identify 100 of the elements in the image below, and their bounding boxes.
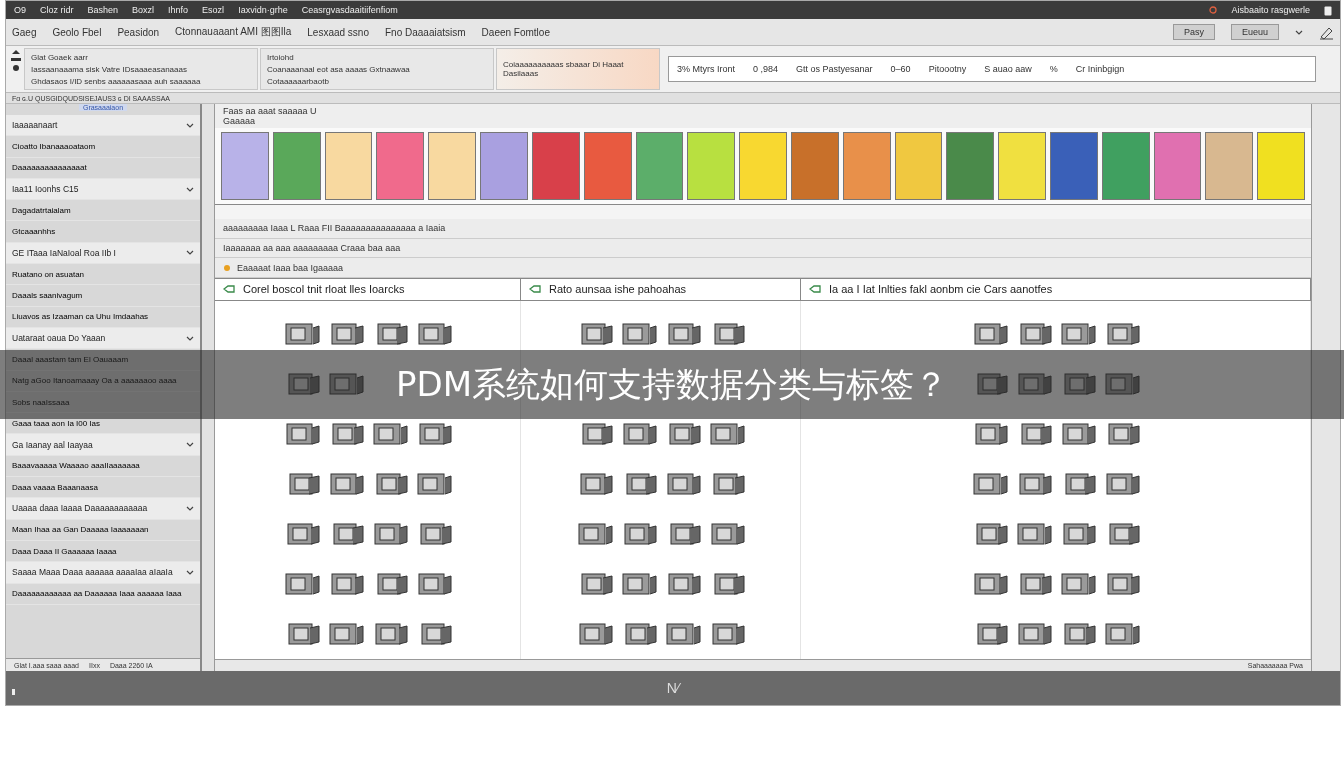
sidebar-item[interactable]: Cioatto Ibanaaaoataom: [6, 136, 200, 158]
sidebar-label: Maan Ihaa aa Gan Daaaaa Iaaaaaaan: [12, 525, 150, 535]
ribbon-group[interactable]: Glat Goaek aarr Iassaanaaama sisk Vatre IDsaaaeasanaaas Ghdasaos I/ID senbs aaaaaasaaa auh saaaaaa: [24, 48, 258, 90]
color-swatch[interactable]: [1205, 132, 1254, 200]
search-text: Pitoootny: [928, 64, 967, 74]
sidebar-label: Iaaaaanaart: [12, 120, 59, 131]
sidebar-header[interactable]: GE ITaaa IaNaIoal Roa IIb I: [6, 242, 200, 265]
toolbar-item[interactable]: Ctonnauaaant AMI 图图Ila: [175, 25, 292, 39]
sidebar-item[interactable]: Natg aGoo Itanoamaaay Oa a aaaaaaoo aaaa: [6, 370, 200, 392]
color-swatch[interactable]: [376, 132, 425, 200]
color-swatch[interactable]: [1101, 132, 1150, 200]
splitter[interactable]: [202, 104, 215, 671]
color-swatch[interactable]: [1257, 132, 1306, 200]
sidebar-label: Gtcaaanhhs: [12, 227, 57, 237]
sidebar-label: Daaa Daaa II Gaaaaaa Iaaaa: [12, 546, 118, 556]
search-text: Cr Ininbgign: [1075, 64, 1125, 74]
chevron-icon[interactable]: [186, 505, 194, 512]
toolbar-item[interactable]: Peasidon: [117, 26, 160, 38]
sidebar-item[interactable]: Daaaaaaaaaaaaaaat: [6, 157, 200, 179]
menu-item[interactable]: Esozl: [202, 5, 225, 15]
toolbar-button[interactable]: Eueuu: [1230, 24, 1279, 40]
color-swatch[interactable]: [687, 132, 736, 200]
sidebar-label: Uaaaa daaa Iaaaa Daaaaaaaaaaaa: [12, 503, 149, 514]
color-swatch[interactable]: [790, 132, 839, 200]
sidebar-item[interactable]: Baaavaaaaa Waaaao aaaIIaaaaaaa: [6, 455, 200, 478]
toolbar-item[interactable]: Geolo Fbel: [52, 26, 102, 38]
color-swatch[interactable]: [428, 132, 477, 200]
sidebar-header[interactable]: Uaaaa daaa Iaaaa Daaaaaaaaaaaa: [6, 498, 200, 520]
ribbon-group[interactable]: Coiaaaaaaaaaas sbaaar Di Haaat Dasilaaas: [496, 48, 660, 90]
sidebar-label: Ga Iaanay aal Iaayaa: [12, 439, 94, 450]
color-swatch[interactable]: [324, 132, 373, 200]
column-header[interactable]: Corel boscol tnit rloat lles Ioarcks: [215, 278, 521, 300]
sidebar-label: GE ITaaa IaNaIoal Roa IIb I: [12, 247, 117, 258]
sidebar-item[interactable]: Gtcaaanhhs: [6, 221, 200, 243]
sidebar-header[interactable]: Saaaa Maaa Daaa aaaaaa aaaaIaa aIaaIa: [6, 562, 200, 584]
search-text: %: [1049, 64, 1058, 74]
sidebar-header[interactable]: Iaaaaanaart: [6, 115, 200, 137]
chevron-icon[interactable]: [1295, 28, 1303, 36]
sidebar-item[interactable]: Liuavos as Izaaman ca Uhu Imdaahas: [6, 306, 200, 328]
color-swatch[interactable]: [998, 132, 1046, 200]
sidebar-header[interactable]: Iaa11 Ioonhs C15: [6, 178, 200, 201]
column-title: Rato aunsaa ishe pahoahas: [549, 283, 686, 296]
toolbar-button[interactable]: Pasy: [1172, 24, 1215, 40]
color-swatch[interactable]: [946, 132, 995, 200]
color-swatch[interactable]: [739, 132, 787, 200]
column-header[interactable]: Rato aunsaa ishe pahoahas: [521, 278, 801, 300]
sidebar-header[interactable]: Ga Iaanay aal Iaayaa: [6, 434, 200, 456]
content-subtitle: Gaaaaa: [223, 116, 257, 126]
sidebar-item[interactable]: Daaaaaaaaaaaa aa Daaaaaa Iaaa aaaaaa Iaaa: [6, 583, 200, 605]
chevron-icon[interactable]: [186, 249, 194, 257]
sidebar-header[interactable]: Uataraat oaua Do Yaaan: [6, 327, 200, 350]
ribbon-group[interactable]: Irtoiohd Coanaaanaal eot asa aaaas Gxtnaawaa Cotaaaaaarbaotb: [260, 48, 494, 90]
sidebar-label: Daaa vaaaa Baaanaasa: [12, 482, 99, 492]
chevron-icon[interactable]: [186, 334, 194, 342]
color-swatch[interactable]: [272, 132, 321, 200]
sidebar-item[interactable]: Ruatano on asuatan: [6, 264, 200, 286]
color-swatch[interactable]: [531, 132, 580, 200]
color-swatch[interactable]: [583, 132, 632, 200]
menu-item[interactable]: Boxzl: [132, 5, 155, 15]
menu-item[interactable]: Ihnfo: [168, 5, 189, 15]
color-swatch[interactable]: [480, 132, 528, 200]
color-swatch[interactable]: [635, 132, 684, 200]
sidebar-item[interactable]: Dagadatrtaialam: [6, 200, 200, 222]
ribbon-label: Irtoiohd: [267, 52, 295, 62]
color-swatch[interactable]: [1050, 132, 1098, 200]
dot-icon: [223, 263, 231, 272]
sidebar-label: Saaaa Maaa Daaa aaaaaa aaaaIaa aIaaIa: [12, 567, 174, 578]
menu-item[interactable]: Bashen: [87, 5, 119, 15]
toolbar-item[interactable]: Daeen Fomtloe: [481, 26, 550, 38]
color-swatch[interactable]: [221, 132, 269, 200]
sidebar-label: Gaaa taaa aon Ia I00 Ias: [12, 418, 102, 428]
menu-item[interactable]: O9: [14, 5, 26, 15]
row-text: Eaaaaat Iaaa baa Igaaaaa: [237, 262, 344, 273]
color-swatch[interactable]: [842, 132, 891, 200]
sidebar-item[interactable]: Daaals saanivagum: [6, 285, 200, 307]
menu-item[interactable]: Cloz ridr: [40, 5, 74, 15]
sidebar-item[interactable]: Maan Ihaa aa Gan Daaaaa Iaaaaaaan: [6, 519, 200, 541]
status-text: Aisbaaito rasgwerle: [1231, 5, 1310, 15]
chevron-icon[interactable]: [186, 568, 194, 576]
sidebar-label: Liuavos as Izaaman ca Uhu Imdaahas: [12, 312, 150, 322]
toolbar-item[interactable]: Fno Daaaaiatsism: [385, 26, 466, 38]
chevron-icon[interactable]: [186, 121, 194, 129]
ribbon-side-icon[interactable]: [10, 48, 22, 72]
menu-item[interactable]: Iaxvidn·grhe: [238, 5, 288, 15]
sidebar-item[interactable]: Daaal aaastam tam El Oauaaam: [6, 349, 200, 371]
color-swatch[interactable]: [894, 132, 943, 200]
search-field[interactable]: 3% Mtyrs Iront 0 ,984 Gtt os Pastyesanar 0–60 Pitoootny S auao aaw % Cr Ininbgign: [668, 56, 1316, 82]
toolbar-item[interactable]: Gaeg: [12, 26, 37, 38]
chevron-icon[interactable]: [186, 441, 194, 449]
toolbar-item[interactable]: Lesxaad ssno: [307, 26, 369, 38]
sidebar-label: Baaavaaaaa Waaaao aaaIIaaaaaaa: [12, 461, 141, 471]
ribbon-label: Ghdasaos I/ID senbs aaaaaasaaa auh saaaaaa: [31, 76, 202, 86]
chevron-icon[interactable]: [186, 185, 194, 193]
scrollbar-track[interactable]: [1311, 104, 1340, 671]
record-icon[interactable]: [1209, 6, 1218, 14]
color-swatch[interactable]: [1153, 132, 1202, 200]
sidebar-label: Iaa11 Ioonhs C15: [12, 184, 80, 195]
menu-item[interactable]: Ceasrgvasdaaitiifenfiom: [301, 5, 398, 15]
sidebar-label: Sobs naaIssaaa: [12, 397, 71, 407]
content-title: Faas aa aaat saaaaa U: [223, 106, 318, 116]
